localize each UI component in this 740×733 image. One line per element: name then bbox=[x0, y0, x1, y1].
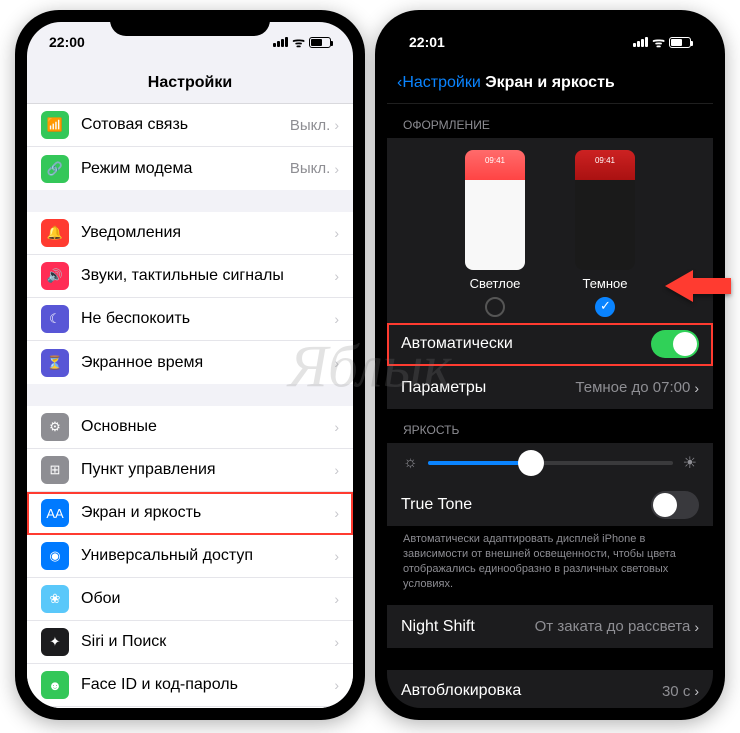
row-label: Экран и яркость bbox=[81, 504, 334, 522]
theme-option-light[interactable]: 09:41 Светлое bbox=[465, 150, 525, 317]
row-label: Siri и Поиск bbox=[81, 633, 334, 651]
sun-large-icon: ☀ bbox=[683, 453, 697, 473]
chevron-right-icon: › bbox=[334, 548, 339, 564]
signal-icon bbox=[633, 37, 648, 47]
row-icon: 🔔 bbox=[41, 219, 69, 247]
notch bbox=[110, 10, 270, 36]
chevron-right-icon: › bbox=[334, 634, 339, 650]
row-icon: ⊞ bbox=[41, 456, 69, 484]
settings-row[interactable]: 🔊 Звуки, тактильные сигналы› bbox=[27, 255, 353, 298]
chevron-right-icon: › bbox=[334, 419, 339, 435]
page-title: Настройки bbox=[148, 74, 232, 92]
clock: 22:00 bbox=[49, 34, 85, 50]
wifi-icon: ᯤ bbox=[652, 33, 665, 52]
row-label: Основные bbox=[81, 418, 334, 436]
row-label: Экранное время bbox=[81, 354, 334, 372]
brightness-slider-row[interactable]: ☼ ☀ bbox=[387, 443, 713, 483]
settings-row[interactable]: AA Экран и яркость› bbox=[27, 492, 353, 535]
settings-row[interactable]: 🔗 Режим модемаВыкл.› bbox=[27, 147, 353, 190]
row-icon: ☻ bbox=[41, 671, 69, 699]
brightness-slider[interactable] bbox=[428, 461, 673, 465]
notch bbox=[470, 10, 630, 36]
row-icon: 🔗 bbox=[41, 155, 69, 183]
row-autolock[interactable]: Автоблокировка 30 с › bbox=[387, 670, 713, 708]
settings-row[interactable]: ⚙ Основные› bbox=[27, 406, 353, 449]
settings-row[interactable]: 🔔 Уведомления› bbox=[27, 212, 353, 255]
signal-icon bbox=[273, 37, 288, 47]
settings-row[interactable]: SOSЭкстренный вызов — SOS› bbox=[27, 707, 353, 708]
radio-dark[interactable] bbox=[595, 297, 615, 317]
wifi-icon: ᯤ bbox=[292, 33, 305, 52]
phone-left: 22:00 ᯤ Настройки 📶Сотовая связьВыкл.›🔗Р… bbox=[15, 10, 365, 720]
settings-row[interactable]: ✦ Siri и Поиск› bbox=[27, 621, 353, 664]
section-appearance: ОФОРМЛЕНИЕ bbox=[387, 104, 713, 138]
row-icon: ◉ bbox=[41, 542, 69, 570]
settings-row[interactable]: 📶 Сотовая связьВыкл.› bbox=[27, 104, 353, 147]
row-icon: 🔊 bbox=[41, 262, 69, 290]
row-icon: ⏳ bbox=[41, 349, 69, 377]
chevron-right-icon: › bbox=[334, 591, 339, 607]
chevron-right-icon: › bbox=[334, 355, 339, 371]
page-title: Экран и яркость bbox=[485, 74, 615, 92]
row-icon: ⚙ bbox=[41, 413, 69, 441]
clock: 22:01 bbox=[409, 34, 445, 50]
row-icon: ❀ bbox=[41, 585, 69, 613]
settings-row[interactable]: ⏳ Экранное время› bbox=[27, 341, 353, 384]
chevron-right-icon: › bbox=[334, 268, 339, 284]
chevron-right-icon: › bbox=[334, 677, 339, 693]
settings-row[interactable]: ◉ Универсальный доступ› bbox=[27, 535, 353, 578]
phone-right: 22:01 ᯤ ‹ Настройки Экран и яркость ОФОР… bbox=[375, 10, 725, 720]
row-truetone[interactable]: True Tone bbox=[387, 483, 713, 526]
chevron-right-icon: › bbox=[694, 619, 699, 635]
row-label: Сотовая связь bbox=[81, 116, 290, 134]
row-parameters[interactable]: Параметры Темное до 07:00 › bbox=[387, 366, 713, 409]
row-detail: Выкл. bbox=[290, 160, 330, 177]
row-label: Универсальный доступ bbox=[81, 547, 334, 565]
row-nightshift[interactable]: Night Shift От заката до рассвета › bbox=[387, 605, 713, 648]
settings-row[interactable]: ☻ Face ID и код-пароль› bbox=[27, 664, 353, 707]
settings-row[interactable]: ⊞ Пункт управления› bbox=[27, 449, 353, 492]
chevron-right-icon: › bbox=[694, 683, 699, 699]
chevron-right-icon: › bbox=[334, 117, 339, 133]
row-icon: AA bbox=[41, 499, 69, 527]
row-label: Пункт управления bbox=[81, 461, 334, 479]
nav-header: ‹ Настройки Экран и яркость bbox=[387, 62, 713, 104]
radio-light[interactable] bbox=[485, 297, 505, 317]
row-icon: 📶 bbox=[41, 111, 69, 139]
chevron-right-icon: › bbox=[334, 161, 339, 177]
row-label: Обои bbox=[81, 590, 334, 608]
row-label: Звуки, тактильные сигналы bbox=[81, 267, 334, 285]
row-detail: Выкл. bbox=[290, 117, 330, 134]
battery-icon bbox=[669, 37, 691, 48]
row-icon: ☾ bbox=[41, 305, 69, 333]
row-label: Уведомления bbox=[81, 224, 334, 242]
row-label: Face ID и код-пароль bbox=[81, 676, 334, 694]
truetone-note: Автоматически адаптировать дисплей iPhon… bbox=[387, 526, 713, 605]
back-button[interactable]: ‹ Настройки bbox=[397, 74, 481, 92]
chevron-right-icon: › bbox=[694, 380, 699, 396]
theme-option-dark[interactable]: 09:41 Темное bbox=[575, 150, 635, 317]
nav-header: Настройки bbox=[27, 62, 353, 104]
callout-arrow bbox=[663, 264, 733, 313]
row-icon: ✦ bbox=[41, 628, 69, 656]
row-label: Режим модема bbox=[81, 160, 290, 178]
toggle-automatic[interactable] bbox=[651, 330, 699, 358]
toggle-truetone[interactable] bbox=[651, 491, 699, 519]
chevron-right-icon: › bbox=[334, 505, 339, 521]
chevron-right-icon: › bbox=[334, 462, 339, 478]
row-label: Не беспокоить bbox=[81, 310, 334, 328]
settings-row[interactable]: ☾ Не беспокоить› bbox=[27, 298, 353, 341]
settings-row[interactable]: ❀ Обои› bbox=[27, 578, 353, 621]
chevron-right-icon: › bbox=[334, 311, 339, 327]
section-brightness: ЯРКОСТЬ bbox=[387, 409, 713, 443]
battery-icon bbox=[309, 37, 331, 48]
chevron-right-icon: › bbox=[334, 225, 339, 241]
sun-small-icon: ☼ bbox=[403, 454, 418, 472]
row-automatic[interactable]: Автоматически bbox=[387, 323, 713, 366]
